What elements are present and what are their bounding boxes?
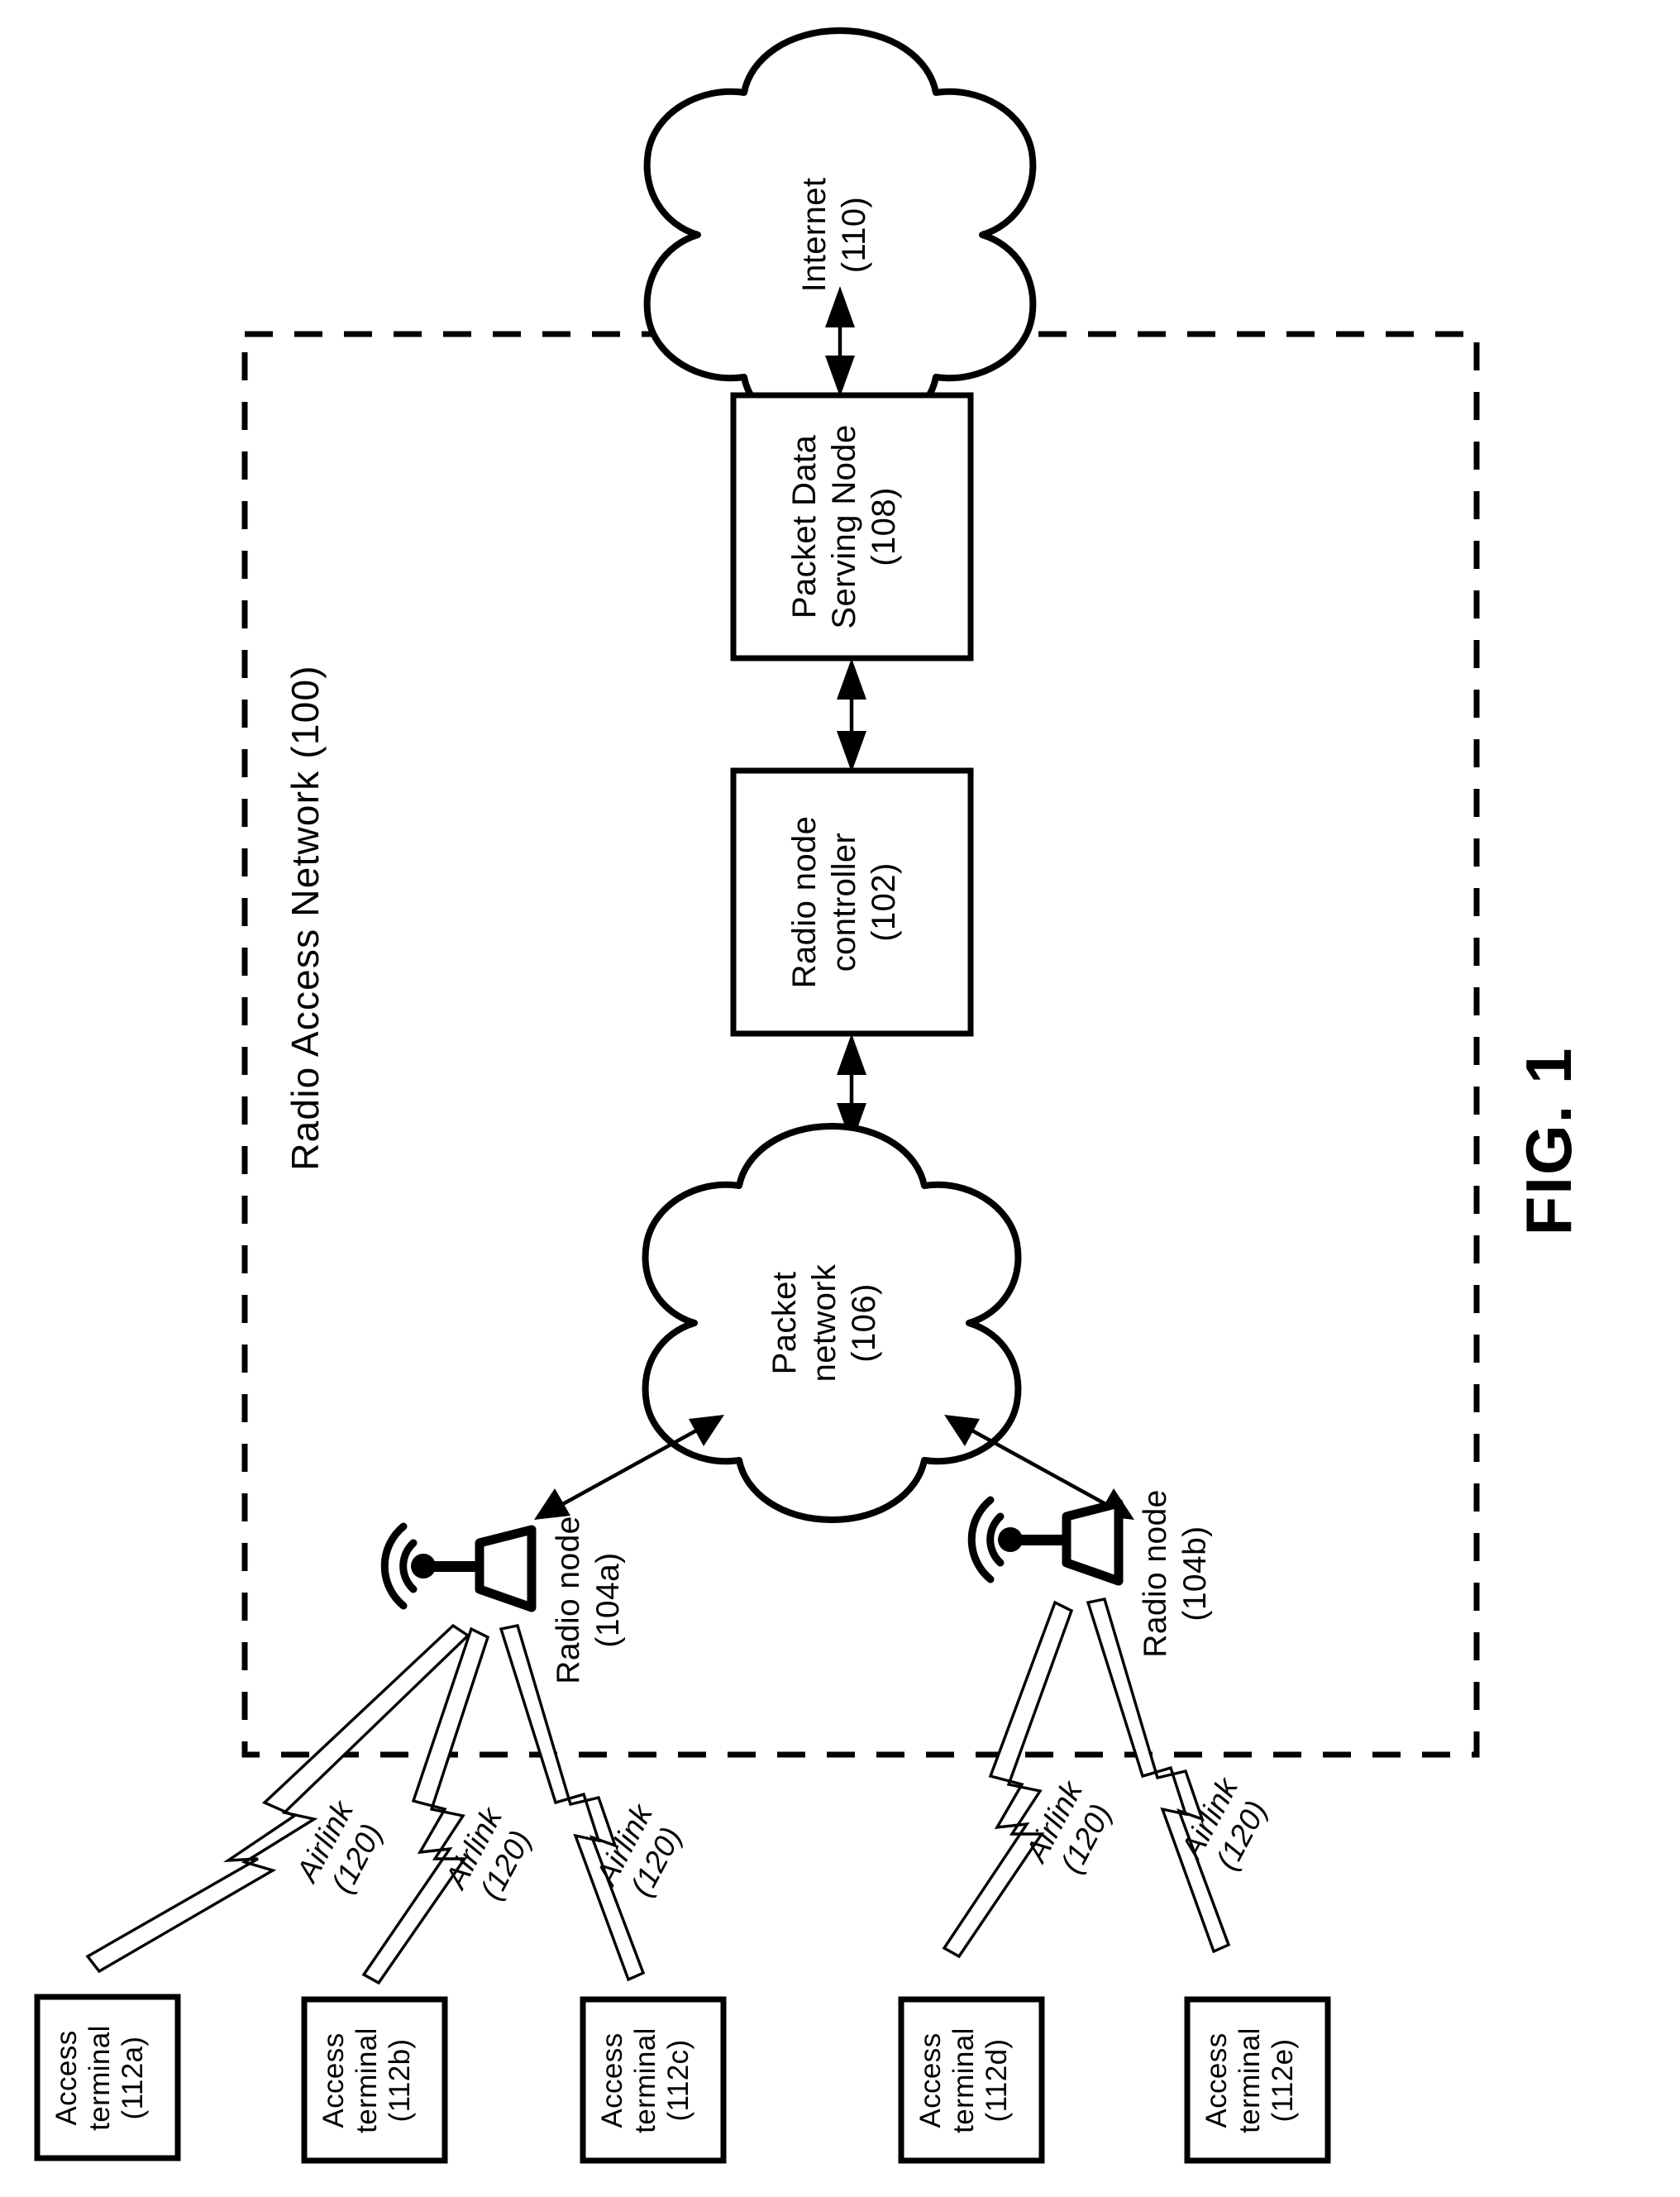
access-terminal-112c-line3: (112c)	[662, 2039, 694, 2121]
radio-node-104b-label-line2: (104b)	[1177, 1526, 1213, 1621]
airlink-112b-group: Airlink (120)	[361, 1626, 538, 1985]
radio-node-104b-label-group: Radio node (104b)	[1138, 1489, 1213, 1658]
antenna-mast-b	[1019, 1535, 1070, 1545]
arrow-pdsn-rnc	[837, 658, 866, 772]
pdsn-label-line3: (108)	[866, 487, 902, 566]
antenna-hub-b	[998, 1527, 1023, 1552]
antenna-horn-icon-b	[1062, 1498, 1124, 1586]
rnc-label-line3: (102)	[866, 862, 902, 941]
rnc-label-line2: controller	[826, 833, 862, 972]
access-terminal-112b-line1: Access	[317, 2032, 350, 2128]
rnc-label-line1: Radio node	[786, 816, 823, 989]
packet-data-serving-node-group: Packet Data Serving Node (108)	[730, 392, 974, 661]
packet-network-label-line3: (106)	[846, 1283, 882, 1362]
access-terminal-112a-label-group: Access terminal (112a)	[50, 2025, 149, 2131]
radio-node-104b-group: Radio node (104b)	[967, 1489, 1213, 1658]
radio-node-controller-group: Radio node controller (102)	[730, 767, 974, 1037]
access-terminal-112c-group: Access terminal (112c)	[580, 1996, 727, 2164]
packet-network-label-line1: Packet	[766, 1272, 803, 1375]
airlink-112e-group: Airlink (120)	[1086, 1598, 1274, 1954]
figure-1-diagram: Radio Access Network (100) FIG. 1 Intern…	[34, 27, 1585, 2164]
packet-network-label-line2: network	[806, 1263, 842, 1382]
access-terminal-112c-line2: terminal	[629, 2027, 661, 2133]
arrow-packet-network-radio-node-a	[534, 1415, 724, 1520]
airlink-112b-bolt-icon	[361, 1626, 490, 1985]
airlink-112d-bolt-icon	[942, 1600, 1074, 1959]
access-terminal-112c-label-group: Access terminal (112c)	[596, 2027, 694, 2133]
pdsn-label-line1: Packet Data	[786, 435, 823, 619]
access-terminal-112b-label-group: Access terminal (112b)	[317, 2027, 416, 2133]
radio-access-network-label-group: Radio Access Network (100)	[284, 665, 327, 1171]
figure-caption: FIG. 1	[1512, 1047, 1585, 1236]
radio-access-network-label: Radio Access Network (100)	[284, 665, 327, 1171]
access-terminal-112a-line3: (112a)	[117, 2037, 149, 2120]
airlink-112c-group: Airlink (120)	[499, 1624, 689, 1982]
access-terminal-112b-line3: (112b)	[384, 2039, 416, 2123]
packet-network-cloud-group: Packet network (106)	[642, 1123, 1022, 1523]
pdsn-label-line2: Serving Node	[826, 424, 862, 628]
antenna-horn-icon-a	[475, 1525, 537, 1612]
antenna-hub-a	[411, 1554, 436, 1578]
access-terminal-112b-line2: terminal	[351, 2027, 383, 2133]
access-terminal-112d-line1: Access	[914, 2032, 947, 2128]
access-terminal-112b-group: Access terminal (112b)	[301, 1996, 448, 2164]
access-terminal-112e-line3: (112e)	[1267, 2039, 1299, 2123]
access-terminal-112c-line1: Access	[596, 2032, 628, 2128]
access-terminal-112d-line2: terminal	[947, 2027, 980, 2133]
patent-figure: Radio Access Network (100) FIG. 1 Intern…	[0, 0, 1680, 2197]
access-terminal-112e-line2: terminal	[1234, 2027, 1266, 2133]
radio-node-104b-label-line1: Radio node	[1138, 1489, 1173, 1658]
access-terminal-112a-line2: terminal	[84, 2025, 116, 2131]
access-terminal-112a-group: Access terminal (112a)	[34, 1994, 181, 2161]
internet-label-line2: (110)	[836, 197, 872, 273]
access-terminal-112e-line1: Access	[1200, 2032, 1233, 2128]
airlink-112a-label-group: Airlink (120)	[289, 1793, 389, 1898]
access-terminal-112a-line1: Access	[50, 2030, 83, 2125]
airlink-112d-group: Airlink (120)	[942, 1600, 1119, 1959]
figure-caption-group: FIG. 1	[1512, 1047, 1585, 1236]
access-terminal-112e-label-group: Access terminal (112e)	[1200, 2027, 1299, 2133]
antenna-mast-a	[432, 1561, 483, 1572]
access-terminal-112d-label-group: Access terminal (112d)	[914, 2027, 1013, 2133]
radio-node-104a-label-line2: (104a)	[590, 1552, 626, 1647]
radio-node-104a-label-group: Radio node (104a)	[551, 1516, 626, 1684]
access-terminal-112e-group: Access terminal (112e)	[1184, 1996, 1331, 2164]
access-terminal-112d-group: Access terminal (112d)	[898, 1996, 1045, 2164]
access-terminal-112d-line3: (112d)	[981, 2039, 1013, 2123]
internet-label-line1: Internet	[796, 178, 833, 293]
radio-node-104a-label-line1: Radio node	[551, 1516, 586, 1684]
